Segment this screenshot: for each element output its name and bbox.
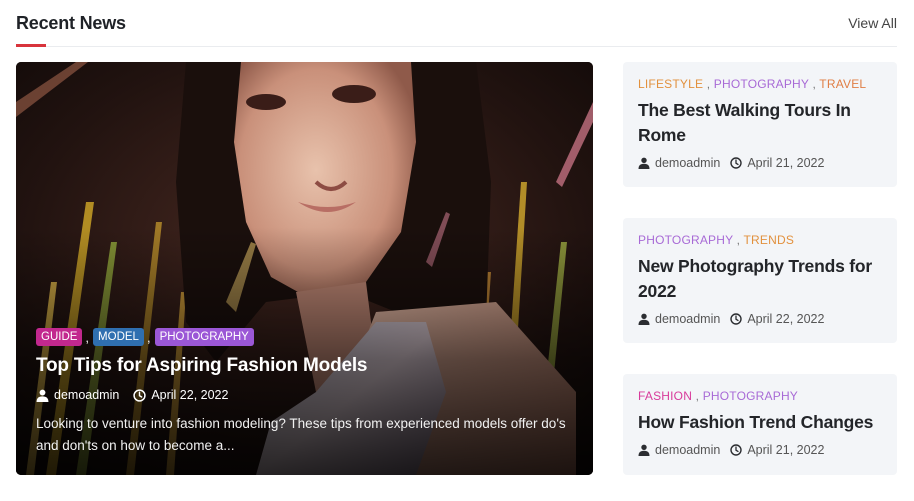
category-trends[interactable]: TRENDS — [744, 233, 795, 247]
user-icon — [638, 444, 650, 456]
featured-meta: demoadmin April 22, 2022 — [36, 388, 576, 402]
category-lifestyle[interactable]: LIFESTYLE — [638, 77, 703, 91]
category-travel[interactable]: TRAVEL — [819, 77, 866, 91]
post-meta: demoadmin April 21, 2022 — [638, 443, 883, 457]
user-icon — [638, 313, 650, 325]
post-meta: demoadmin April 22, 2022 — [638, 312, 883, 326]
featured-excerpt: Looking to venture into fashion modeling… — [36, 416, 566, 453]
category-photography[interactable]: PHOTOGRAPHY — [638, 233, 733, 247]
post-date[interactable]: April 21, 2022 — [747, 443, 824, 457]
tag-separator: , — [85, 329, 90, 345]
tag-guide[interactable]: GUIDE — [36, 328, 83, 346]
clock-icon — [730, 444, 743, 456]
featured-date[interactable]: April 22, 2022 — [151, 388, 228, 402]
tag-model[interactable]: MODEL — [93, 328, 144, 346]
featured-title[interactable]: Top Tips for Aspiring Fashion Models — [36, 355, 576, 377]
category-photography[interactable]: PHOTOGRAPHY — [703, 389, 798, 403]
post-title[interactable]: The Best Walking Tours In Rome — [638, 98, 883, 148]
clock-icon — [730, 157, 743, 169]
post-categories: FASHION , PHOTOGRAPHY — [638, 389, 799, 403]
user-icon — [638, 157, 650, 169]
tag-photography[interactable]: PHOTOGRAPHY — [154, 328, 254, 346]
post-date[interactable]: April 21, 2022 — [747, 156, 824, 170]
view-all-link[interactable]: View All — [848, 15, 897, 31]
featured-tags: GUIDE , MODEL , PHOTOGRAPHY — [36, 328, 576, 346]
user-icon — [36, 389, 49, 402]
featured-post[interactable]: GUIDE , MODEL , PHOTOGRAPHY Top Tips for… — [16, 62, 593, 475]
featured-author[interactable]: demoadmin — [54, 388, 119, 402]
post-author[interactable]: demoadmin — [655, 312, 720, 326]
post-author[interactable]: demoadmin — [655, 443, 720, 457]
post-meta: demoadmin April 21, 2022 — [638, 156, 883, 170]
post-title[interactable]: New Photography Trends for 2022 — [638, 254, 883, 304]
post-card[interactable]: LIFESTYLE , PHOTOGRAPHY , TRAVEL The Bes… — [623, 62, 897, 187]
tag-separator: , — [146, 329, 151, 345]
post-card[interactable]: PHOTOGRAPHY , TRENDS New Photography Tre… — [623, 218, 897, 343]
clock-icon — [730, 313, 743, 325]
post-card[interactable]: FASHION , PHOTOGRAPHY How Fashion Trend … — [623, 374, 897, 475]
post-title[interactable]: How Fashion Trend Changes — [638, 410, 883, 435]
category-fashion[interactable]: FASHION — [638, 389, 692, 403]
clock-icon — [133, 388, 147, 402]
post-categories: LIFESTYLE , PHOTOGRAPHY , TRAVEL — [638, 77, 867, 91]
title-underline — [16, 44, 46, 47]
post-date[interactable]: April 22, 2022 — [747, 312, 824, 326]
category-photography[interactable]: PHOTOGRAPHY — [714, 77, 809, 91]
section-header: Recent News View All — [16, 0, 897, 47]
post-author[interactable]: demoadmin — [655, 156, 720, 170]
post-categories: PHOTOGRAPHY , TRENDS — [638, 233, 795, 247]
featured-content: GUIDE , MODEL , PHOTOGRAPHY Top Tips for… — [36, 328, 576, 457]
section-title: Recent News — [16, 13, 126, 33]
